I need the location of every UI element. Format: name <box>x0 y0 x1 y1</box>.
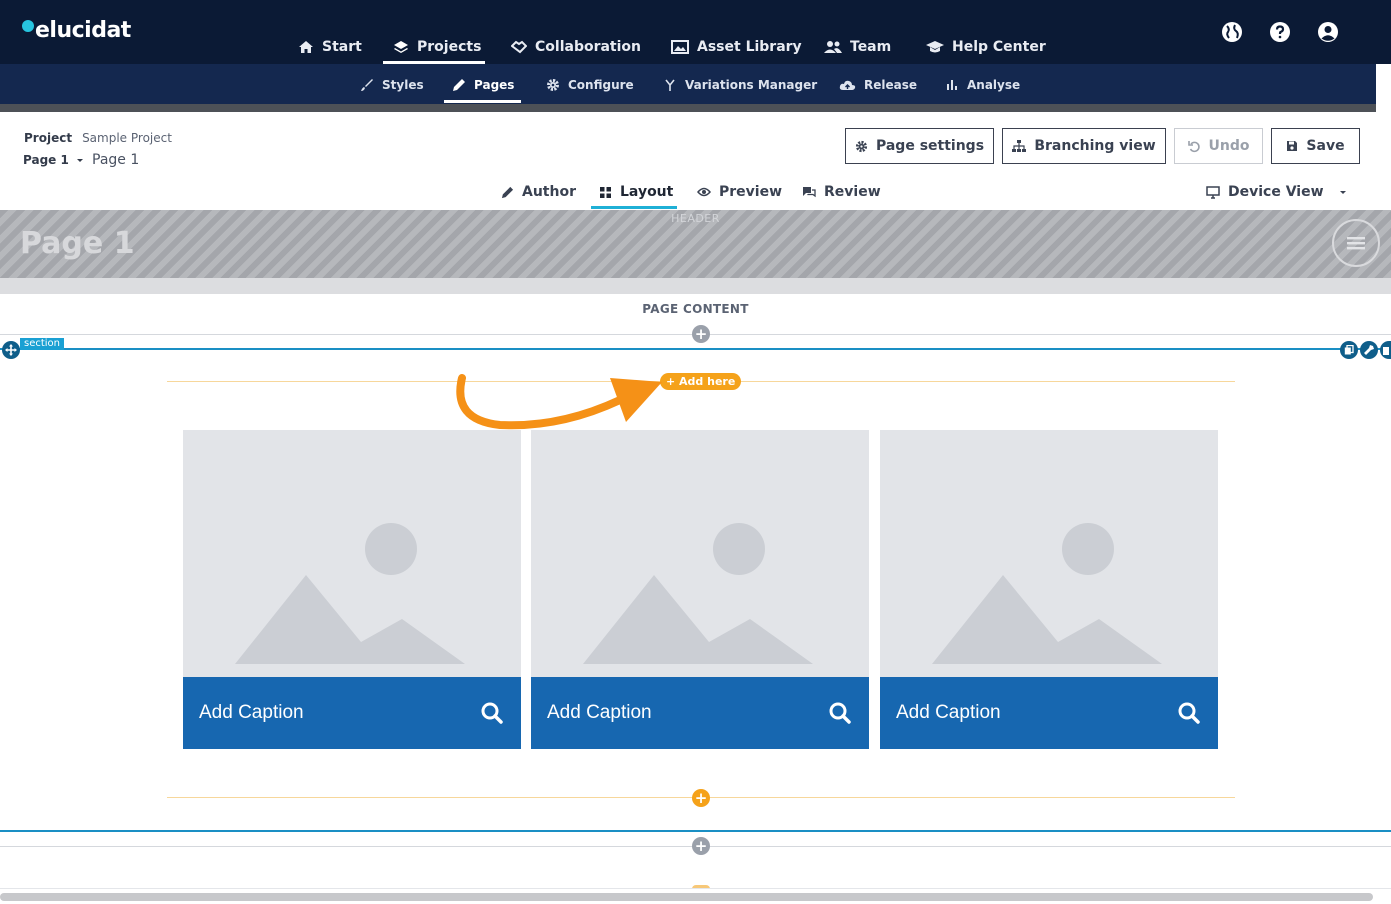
subnav-configure[interactable]: Configure <box>546 77 634 93</box>
user-icon[interactable] <box>1317 21 1339 43</box>
bar-chart-icon <box>947 80 957 90</box>
subnav-release[interactable]: Release <box>839 77 917 93</box>
section-bottom-border <box>0 830 1391 832</box>
layout-grid-icon <box>600 186 611 198</box>
elucidat-logo[interactable]: elucidat <box>22 18 131 43</box>
pencil-icon <box>501 186 514 198</box>
home-icon <box>299 41 313 53</box>
monitor-icon <box>1206 185 1220 199</box>
image-card-2[interactable]: Add Caption <box>531 430 869 749</box>
globe-icon[interactable] <box>1221 21 1243 43</box>
undo-icon <box>1187 140 1200 152</box>
search-icon[interactable] <box>829 702 851 724</box>
users-icon <box>824 41 842 53</box>
section-copy-button[interactable] <box>1340 341 1358 359</box>
image-placeholder-icon <box>932 523 1162 664</box>
page-title: Page 1 <box>20 226 135 261</box>
plus-icon: + <box>694 324 708 343</box>
subnav-pages[interactable]: Pages <box>452 77 514 93</box>
nav-asset-library[interactable]: Asset Library <box>669 37 802 57</box>
subnav-styles[interactable]: Styles <box>360 77 424 93</box>
caret-down-icon <box>76 159 83 162</box>
graduation-cap-icon <box>926 41 944 53</box>
device-view-dropdown[interactable]: Device View <box>1206 182 1348 202</box>
branching-view-button[interactable]: Branching view <box>1002 128 1166 164</box>
branch-icon <box>665 79 675 91</box>
image-card-3[interactable]: Add Caption <box>880 430 1218 749</box>
secondary-nav-shadow <box>0 104 1376 112</box>
card-caption[interactable]: Add Caption <box>880 677 1218 749</box>
card-caption[interactable]: Add Caption <box>531 677 869 749</box>
brush-icon <box>361 79 373 91</box>
page-name: Page 1 <box>92 152 140 168</box>
nav-help-center[interactable]: Help Center <box>926 37 1046 57</box>
add-here-button[interactable]: + Add here <box>660 373 742 390</box>
subnav-analyse[interactable]: Analyse <box>945 77 1020 93</box>
copy-icon <box>1344 345 1354 355</box>
horizontal-scrollbar[interactable] <box>0 893 1373 901</box>
project-meta: Project Sample Project <box>24 131 172 145</box>
eye-icon <box>697 187 711 197</box>
page-settings-button[interactable]: Page settings <box>845 128 994 164</box>
search-icon[interactable] <box>481 702 503 724</box>
plus-icon: + <box>694 836 708 855</box>
add-component-bottom-button[interactable]: + <box>692 789 710 807</box>
nav-collaboration[interactable]: Collaboration <box>511 37 641 57</box>
subnav-variations-manager[interactable]: Variations Manager <box>663 77 817 93</box>
tab-author[interactable]: Author <box>501 182 576 202</box>
project-name: Sample Project <box>82 131 172 145</box>
logo-dot-icon <box>22 20 34 32</box>
nav-projects[interactable]: Projects <box>393 37 481 57</box>
menu-button[interactable] <box>1332 219 1380 267</box>
pencil-icon <box>453 79 465 91</box>
add-section-bottom-button[interactable]: + <box>692 837 710 855</box>
page-selector[interactable]: Page 1 <box>23 153 85 167</box>
plus-icon: + <box>694 788 708 807</box>
wrench-icon <box>1364 345 1374 355</box>
tab-review[interactable]: Review <box>802 182 881 202</box>
annotation-arrow-icon <box>456 374 662 430</box>
page-content-label: PAGE CONTENT <box>642 302 749 316</box>
image-placeholder-icon <box>583 523 813 664</box>
cloud-upload-icon <box>839 80 856 90</box>
section-top-border <box>0 348 1391 350</box>
section-delete-button[interactable] <box>1380 341 1391 359</box>
card-caption[interactable]: Add Caption <box>183 677 521 749</box>
floppy-disk-icon <box>1287 141 1298 151</box>
image-placeholder-icon <box>235 523 465 664</box>
add-section-top-button[interactable]: + <box>692 325 710 343</box>
images-icon <box>671 40 689 54</box>
project-label: Project <box>24 131 73 145</box>
caret-down-icon <box>1339 191 1346 194</box>
gear-icon <box>855 140 868 152</box>
content-divider-lower <box>0 888 1391 889</box>
comments-icon <box>803 187 816 198</box>
image-card-1[interactable]: Add Caption <box>183 430 521 749</box>
undo-button[interactable]: Undo <box>1174 128 1263 164</box>
layers-icon <box>394 41 408 53</box>
tab-active-indicator <box>591 206 677 209</box>
tab-layout[interactable]: Layout <box>599 182 673 202</box>
tab-preview[interactable]: Preview <box>697 182 782 202</box>
header-label: HEADER <box>671 212 720 225</box>
nav-start[interactable]: Start <box>298 37 362 57</box>
move-arrows-icon <box>5 344 17 356</box>
nav-team[interactable]: Team <box>824 37 891 57</box>
hamburger-menu-icon <box>1347 237 1365 250</box>
header-bottom-strip <box>0 278 1391 294</box>
section-tag: section <box>20 338 65 350</box>
search-icon[interactable] <box>1178 702 1200 724</box>
trash-icon <box>1382 347 1389 355</box>
help-icon[interactable] <box>1269 21 1291 43</box>
section-move-handle[interactable] <box>2 341 20 359</box>
save-button[interactable]: Save <box>1271 128 1360 164</box>
subnav-active-indicator <box>444 100 521 103</box>
sitemap-icon <box>1012 139 1027 152</box>
section-edit-button[interactable] <box>1360 341 1378 359</box>
gear-icon <box>547 79 559 91</box>
handshake-icon <box>511 40 527 54</box>
